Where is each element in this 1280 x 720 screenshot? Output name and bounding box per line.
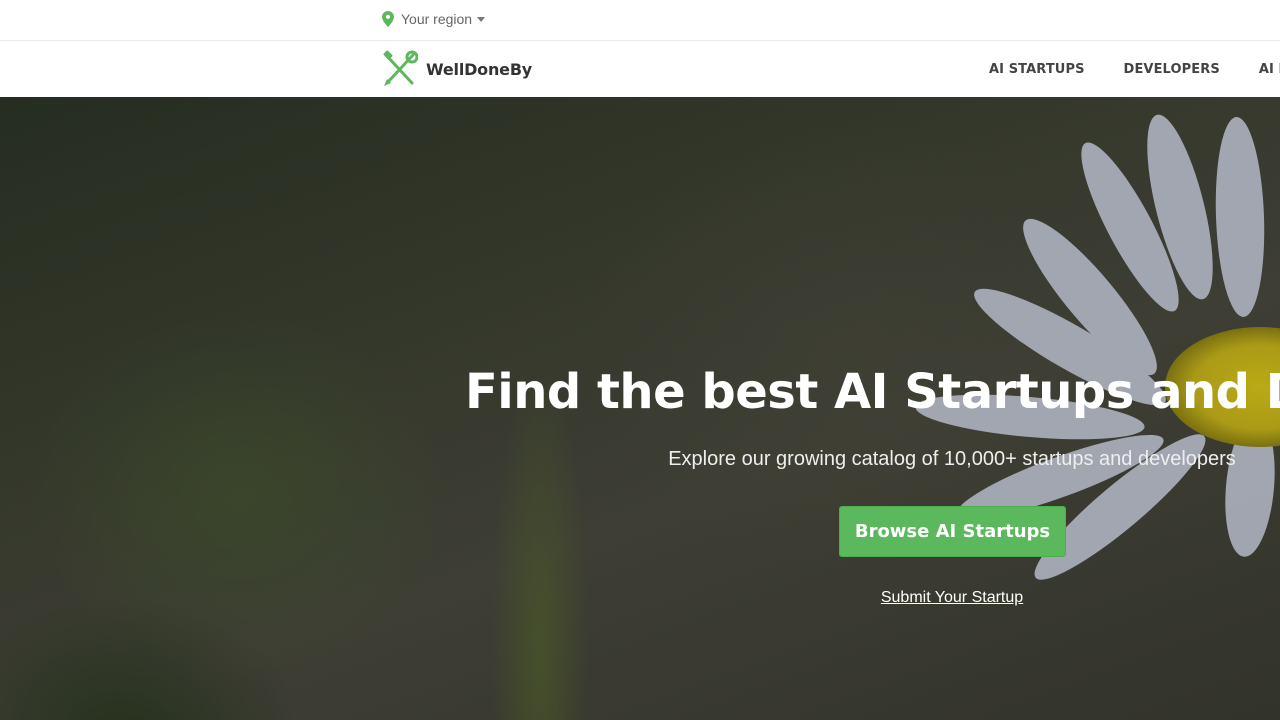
nav-item-ai-startups[interactable]: AI STARTUPS: [989, 62, 1085, 77]
nav-item-developers[interactable]: DEVELOPERS: [1124, 62, 1220, 77]
hero-subtitle: Explore our growing catalog of 10,000+ s…: [668, 448, 1236, 470]
brand-logo[interactable]: WellDoneBy: [382, 50, 532, 88]
browse-startups-button[interactable]: Browse AI Startups: [839, 506, 1066, 557]
hero-section: Find the best AI Startups and Developers…: [0, 97, 1280, 720]
main-nav: AI STARTUPS DEVELOPERS AI BLOG: [989, 41, 1280, 97]
map-pin-icon: [382, 11, 394, 27]
tools-icon: [383, 50, 418, 87]
region-label: Your region: [401, 11, 473, 27]
caret-down-icon: [477, 17, 486, 22]
nav-item-ai-blog[interactable]: AI BLOG: [1259, 62, 1280, 77]
submit-link-wrapper: Submit Your Startup: [0, 589, 1280, 607]
hero-title: Find the best AI Startups and Developers: [465, 364, 1280, 420]
submit-startup-link[interactable]: Submit Your Startup: [881, 589, 1023, 606]
brand-name: WellDoneBy: [426, 59, 533, 79]
main-navbar: WellDoneBy AI STARTUPS DEVELOPERS AI BLO…: [0, 41, 1280, 97]
top-bar: Your region: [0, 0, 1280, 41]
region-selector[interactable]: Your region: [382, 11, 486, 27]
